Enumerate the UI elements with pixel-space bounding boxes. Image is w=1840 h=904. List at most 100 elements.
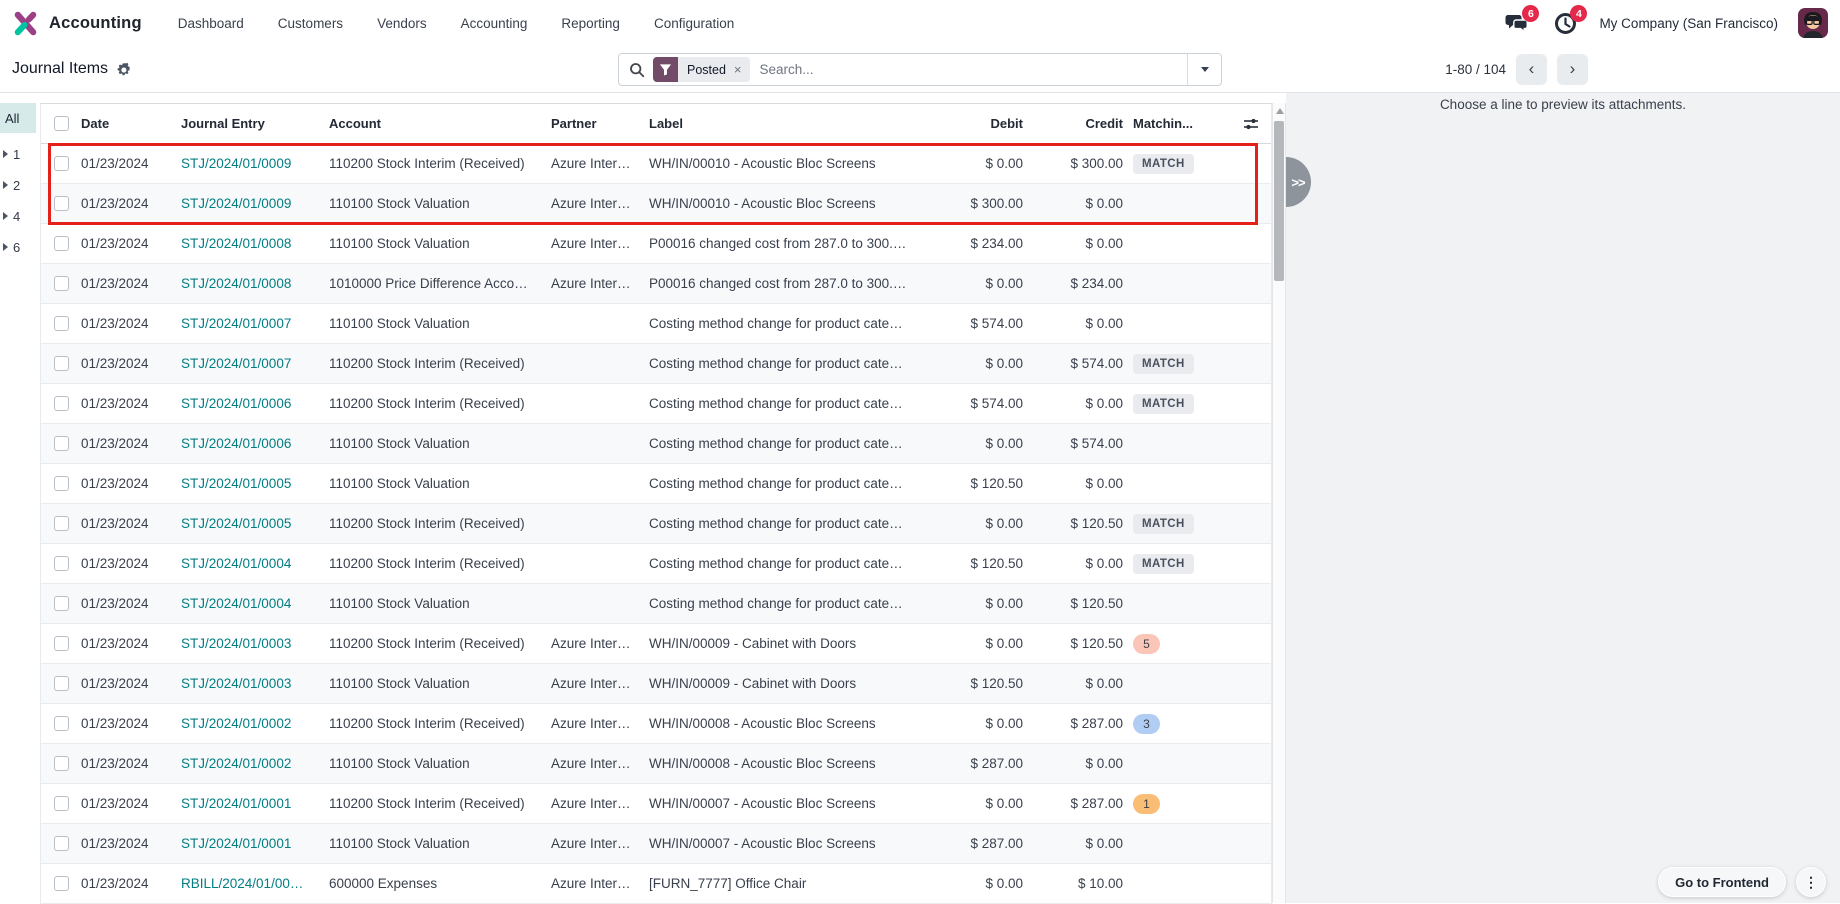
table-scrollbar[interactable] [1272, 103, 1286, 903]
journal-entry-link[interactable]: STJ/2024/01/0002 [181, 716, 291, 731]
menu-reporting[interactable]: Reporting [561, 16, 620, 31]
row-checkbox[interactable] [54, 236, 69, 251]
menu-configuration[interactable]: Configuration [654, 16, 734, 31]
table-row[interactable]: 01/23/2024 STJ/2024/01/0009 110200 Stock… [41, 144, 1271, 184]
menu-vendors[interactable]: Vendors [377, 16, 427, 31]
matching-badge[interactable]: MATCH [1133, 154, 1194, 174]
journal-entry-link[interactable]: STJ/2024/01/0001 [181, 836, 291, 851]
group-item-4[interactable]: 4 [0, 203, 36, 229]
row-checkbox[interactable] [54, 836, 69, 851]
view-settings-gear-icon[interactable] [117, 62, 132, 77]
optional-columns-button[interactable] [1228, 117, 1273, 131]
journal-entry-link[interactable]: STJ/2024/01/0006 [181, 436, 291, 451]
row-checkbox[interactable] [54, 396, 69, 411]
menu-customers[interactable]: Customers [278, 16, 343, 31]
go-to-frontend-button[interactable]: Go to Frontend [1658, 867, 1786, 897]
matching-badge[interactable]: MATCH [1133, 354, 1194, 374]
table-row[interactable]: 01/23/2024 STJ/2024/01/0006 110200 Stock… [41, 384, 1271, 424]
brand-wrap[interactable]: Accounting [0, 10, 142, 37]
user-avatar[interactable] [1798, 8, 1828, 38]
company-switcher[interactable]: My Company (San Francisco) [1599, 16, 1778, 31]
column-header-partner[interactable]: Partner [551, 116, 649, 131]
column-header-matching[interactable]: Matchin... [1133, 116, 1228, 131]
row-checkbox[interactable] [54, 356, 69, 371]
row-checkbox[interactable] [54, 876, 69, 891]
matching-badge[interactable]: 5 [1133, 634, 1160, 654]
table-row[interactable]: 01/23/2024 STJ/2024/01/0008 110100 Stock… [41, 224, 1271, 264]
table-row[interactable]: 01/23/2024 STJ/2024/01/0007 110100 Stock… [41, 304, 1271, 344]
group-filter-all[interactable]: All [0, 103, 36, 133]
select-all-checkbox[interactable] [54, 116, 69, 131]
column-header-label[interactable]: Label [649, 116, 941, 131]
table-row[interactable]: 01/23/2024 STJ/2024/01/0002 110100 Stock… [41, 744, 1271, 784]
table-row[interactable]: 01/23/2024 STJ/2024/01/0007 110200 Stock… [41, 344, 1271, 384]
row-checkbox[interactable] [54, 476, 69, 491]
row-checkbox[interactable] [54, 276, 69, 291]
row-checkbox[interactable] [54, 436, 69, 451]
row-checkbox[interactable] [54, 316, 69, 331]
journal-entry-link[interactable]: STJ/2024/01/0004 [181, 556, 291, 571]
table-row[interactable]: 01/23/2024 STJ/2024/01/0003 110100 Stock… [41, 664, 1271, 704]
group-item-1[interactable]: 1 [0, 141, 36, 167]
pager-previous-button[interactable]: ‹ [1516, 54, 1547, 85]
journal-entry-link[interactable]: STJ/2024/01/0004 [181, 596, 291, 611]
matching-badge[interactable]: 1 [1133, 794, 1160, 814]
table-row[interactable]: 01/23/2024 STJ/2024/01/0004 110200 Stock… [41, 544, 1271, 584]
facet-remove-button[interactable]: × [732, 57, 750, 82]
row-checkbox[interactable] [54, 756, 69, 771]
table-row[interactable]: 01/23/2024 STJ/2024/01/0005 110100 Stock… [41, 464, 1271, 504]
row-checkbox[interactable] [54, 716, 69, 731]
group-item-6[interactable]: 6 [0, 234, 36, 260]
column-header-account[interactable]: Account [329, 116, 551, 131]
journal-entry-link[interactable]: STJ/2024/01/0003 [181, 676, 291, 691]
expand-panel-button[interactable]: >> [1286, 157, 1311, 207]
journal-entry-link[interactable]: STJ/2024/01/0008 [181, 236, 291, 251]
column-header-journal-entry[interactable]: Journal Entry [181, 116, 329, 131]
row-checkbox[interactable] [54, 596, 69, 611]
journal-entry-link[interactable]: STJ/2024/01/0005 [181, 476, 291, 491]
table-row[interactable]: 01/23/2024 STJ/2024/01/0003 110200 Stock… [41, 624, 1271, 664]
kebab-menu-button[interactable]: ⋮ [1796, 867, 1826, 897]
table-row[interactable]: 01/23/2024 STJ/2024/01/0001 110100 Stock… [41, 824, 1271, 864]
column-header-credit[interactable]: Credit [1033, 116, 1133, 131]
row-checkbox[interactable] [54, 156, 69, 171]
column-header-debit[interactable]: Debit [941, 116, 1033, 131]
activities-button[interactable]: 4 [1551, 9, 1579, 37]
row-checkbox[interactable] [54, 796, 69, 811]
table-row[interactable]: 01/23/2024 STJ/2024/01/0001 110200 Stock… [41, 784, 1271, 824]
journal-entry-link[interactable]: RBILL/2024/01/00… [181, 876, 303, 891]
journal-entry-link[interactable]: STJ/2024/01/0008 [181, 276, 291, 291]
menu-accounting[interactable]: Accounting [461, 16, 528, 31]
menu-dashboard[interactable]: Dashboard [178, 16, 244, 31]
table-row[interactable]: 01/23/2024 STJ/2024/01/0006 110100 Stock… [41, 424, 1271, 464]
row-checkbox[interactable] [54, 196, 69, 211]
table-row[interactable]: 01/23/2024 STJ/2024/01/0002 110200 Stock… [41, 704, 1271, 744]
table-row[interactable]: 01/23/2024 STJ/2024/01/0008 1010000 Pric… [41, 264, 1271, 304]
pager-next-button[interactable]: › [1557, 54, 1588, 85]
matching-badge[interactable]: MATCH [1133, 514, 1194, 534]
journal-entry-link[interactable]: STJ/2024/01/0005 [181, 516, 291, 531]
table-row[interactable]: 01/23/2024 STJ/2024/01/0004 110100 Stock… [41, 584, 1271, 624]
journal-entry-link[interactable]: STJ/2024/01/0009 [181, 196, 291, 211]
journal-entry-link[interactable]: STJ/2024/01/0009 [181, 156, 291, 171]
group-item-2[interactable]: 2 [0, 172, 36, 198]
table-row[interactable]: 01/23/2024 RBILL/2024/01/00… 600000 Expe… [41, 864, 1271, 904]
messages-button[interactable]: 6 [1503, 9, 1531, 37]
row-checkbox[interactable] [54, 556, 69, 571]
journal-entry-link[interactable]: STJ/2024/01/0003 [181, 636, 291, 651]
table-row[interactable]: 01/23/2024 STJ/2024/01/0009 110100 Stock… [41, 184, 1271, 224]
scrollbar-thumb[interactable] [1274, 121, 1284, 281]
journal-entry-link[interactable]: STJ/2024/01/0006 [181, 396, 291, 411]
table-row[interactable]: 01/23/2024 STJ/2024/01/0005 110200 Stock… [41, 504, 1271, 544]
row-checkbox[interactable] [54, 636, 69, 651]
matching-badge[interactable]: MATCH [1133, 554, 1194, 574]
journal-entry-link[interactable]: STJ/2024/01/0007 [181, 316, 291, 331]
matching-badge[interactable]: 3 [1133, 714, 1160, 734]
matching-badge[interactable]: MATCH [1133, 394, 1194, 414]
row-checkbox[interactable] [54, 516, 69, 531]
column-header-date[interactable]: Date [81, 116, 181, 131]
row-checkbox[interactable] [54, 676, 69, 691]
search-input[interactable] [750, 62, 1187, 77]
journal-entry-link[interactable]: STJ/2024/01/0007 [181, 356, 291, 371]
journal-entry-link[interactable]: STJ/2024/01/0002 [181, 756, 291, 771]
